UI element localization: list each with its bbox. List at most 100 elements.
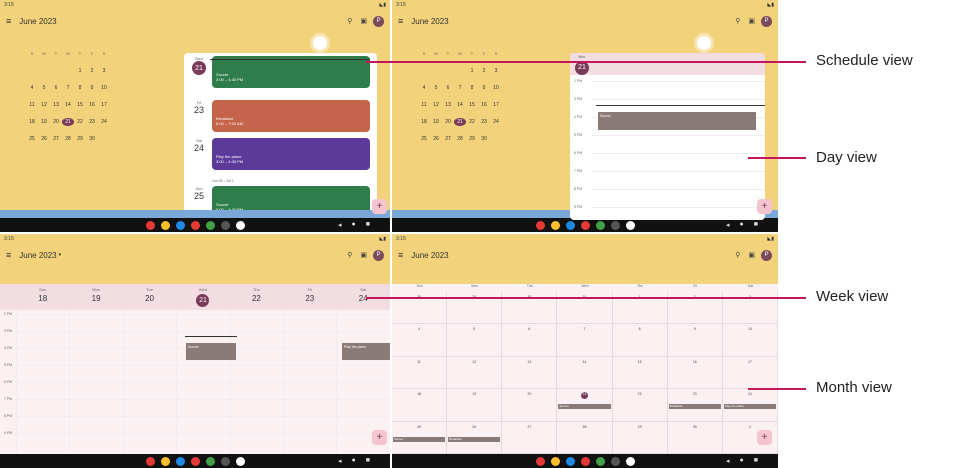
menu-icon[interactable]: ≡ <box>398 250 403 260</box>
app-icon[interactable] <box>595 456 605 466</box>
month-title[interactable]: June 2023 <box>19 251 56 260</box>
mini-month-day[interactable]: 3 <box>98 67 110 75</box>
month-day-number[interactable]: 7 <box>584 327 586 331</box>
search-icon[interactable]: ⚲ <box>347 251 352 259</box>
month-event[interactable]: Breakfast <box>448 436 501 442</box>
month-day-cell[interactable]: 21 Soccer <box>557 389 613 422</box>
mini-month-day[interactable]: 6 <box>50 84 62 92</box>
week-day-header[interactable]: Wed 21 <box>176 284 229 310</box>
menu-icon[interactable]: ≡ <box>398 16 403 26</box>
month-day-cell[interactable]: 11 <box>392 356 448 390</box>
month-day-cell[interactable]: 14 <box>557 356 613 390</box>
create-event-button[interactable]: + <box>372 430 387 445</box>
month-day-cell[interactable]: 24 Play the piano <box>722 389 778 422</box>
app-icon[interactable] <box>205 220 215 230</box>
mini-month-day[interactable]: 9 <box>478 84 490 92</box>
avatar[interactable]: P <box>373 249 384 261</box>
mini-month-day[interactable]: 19 <box>430 118 442 126</box>
today-icon[interactable]: ▣ <box>360 251 367 259</box>
mini-month-day[interactable]: 5 <box>430 84 442 92</box>
mini-month-day[interactable]: 24 <box>98 118 110 126</box>
schedule-day[interactable]: 24 <box>188 143 210 153</box>
search-icon[interactable]: ⚲ <box>735 17 740 25</box>
schedule-day[interactable]: 21 <box>188 61 210 75</box>
month-day-number[interactable]: 9 <box>694 327 696 331</box>
app-icon[interactable] <box>580 220 590 230</box>
create-event-button[interactable]: + <box>757 199 772 214</box>
app-icon[interactable] <box>235 220 245 230</box>
app-icon[interactable] <box>565 456 575 466</box>
week-day-header[interactable]: Mon 19 <box>69 284 122 310</box>
month-day-number[interactable]: 16 <box>693 360 697 364</box>
app-icon[interactable] <box>580 456 590 466</box>
month-day-number[interactable]: 18 <box>417 392 421 396</box>
mini-month-day[interactable]: 28 <box>62 135 74 143</box>
month-day-cell[interactable]: 12 <box>447 356 503 390</box>
schedule-today-circle[interactable]: 21 <box>192 61 206 75</box>
search-icon[interactable]: ⚲ <box>735 251 740 259</box>
week-date[interactable]: 21 <box>176 294 229 307</box>
month-day-cell[interactable]: 16 <box>667 356 723 390</box>
month-day-cell[interactable]: 9 <box>667 324 723 357</box>
month-title[interactable]: June 2023 <box>19 17 56 26</box>
month-day-number[interactable]: 20 <box>527 392 531 396</box>
month-event[interactable]: Soccer <box>558 404 611 410</box>
recents-icon[interactable]: ■ <box>366 457 370 465</box>
week-day-header[interactable]: Fri 23 <box>283 284 336 310</box>
mini-month-day[interactable]: 2 <box>478 67 490 75</box>
month-day-cell[interactable]: 18 <box>392 389 448 422</box>
month-day-cell[interactable]: 4 <box>392 324 448 357</box>
mini-month-day[interactable]: 8 <box>466 84 478 92</box>
create-event-button[interactable]: + <box>757 430 772 445</box>
mini-month-day[interactable]: 4 <box>26 84 38 92</box>
app-icon[interactable] <box>205 456 215 466</box>
month-day-number[interactable]: 24 <box>748 392 752 396</box>
week-day-header[interactable]: Thu 22 <box>230 284 283 310</box>
mini-month-day[interactable]: 1 <box>74 67 86 75</box>
app-icon[interactable] <box>610 456 620 466</box>
mini-month-day[interactable]: 19 <box>38 118 50 126</box>
mini-month-day[interactable]: 9 <box>86 84 98 92</box>
app-icon[interactable] <box>145 220 155 230</box>
mini-month-day[interactable]: 23 <box>86 118 98 126</box>
mini-month-day[interactable]: 13 <box>442 101 454 109</box>
mini-month-day[interactable]: 8 <box>74 84 86 92</box>
mini-month-day[interactable]: 16 <box>86 101 98 109</box>
app-icon[interactable] <box>190 220 200 230</box>
app-icon[interactable] <box>550 220 560 230</box>
mini-month-day[interactable]: 14 <box>62 101 74 109</box>
mini-month-day[interactable]: 26 <box>38 135 50 143</box>
mini-month-day[interactable]: 21 <box>454 118 466 126</box>
mini-month-day[interactable]: 27 <box>442 135 454 143</box>
mini-month-day[interactable]: 20 <box>442 118 454 126</box>
app-icon[interactable] <box>175 456 185 466</box>
mini-month-day[interactable]: 22 <box>74 118 86 126</box>
app-icon[interactable] <box>550 456 560 466</box>
avatar[interactable]: P <box>761 15 772 27</box>
month-day-cell[interactable]: 27 <box>502 421 558 454</box>
mini-month-day[interactable]: 26 <box>430 135 442 143</box>
month-day-number[interactable]: 12 <box>472 360 476 364</box>
month-day-cell[interactable]: 29 <box>612 421 668 454</box>
month-day-cell[interactable]: 25 Soccer <box>392 421 448 454</box>
week-date[interactable]: 23 <box>283 294 336 303</box>
week-date[interactable]: 20 <box>123 294 176 303</box>
month-day-number[interactable]: 4 <box>418 327 420 331</box>
month-day-number[interactable]: 15 <box>638 360 642 364</box>
mini-month-day[interactable]: 24 <box>490 118 502 126</box>
week-day-header[interactable]: Tue 20 <box>123 284 176 310</box>
month-day-cell[interactable]: 10 <box>722 324 778 357</box>
mini-month-day[interactable]: 17 <box>490 101 502 109</box>
back-icon[interactable]: ◂ <box>726 457 730 465</box>
mini-month-day[interactable]: 5 <box>38 84 50 92</box>
mini-month-day[interactable]: 23 <box>478 118 490 126</box>
mini-month-day[interactable]: 30 <box>478 135 490 143</box>
month-day-number[interactable]: 10 <box>748 327 752 331</box>
event-card[interactable]: Play the piano 3:00 – 4:30 PM <box>212 138 370 170</box>
app-icon[interactable] <box>175 220 185 230</box>
mini-month-day[interactable]: 12 <box>38 101 50 109</box>
home-icon[interactable]: ● <box>740 457 744 465</box>
week-event[interactable]: Soccer <box>186 343 236 360</box>
week-date[interactable]: 22 <box>230 294 283 303</box>
app-icon[interactable] <box>160 456 170 466</box>
